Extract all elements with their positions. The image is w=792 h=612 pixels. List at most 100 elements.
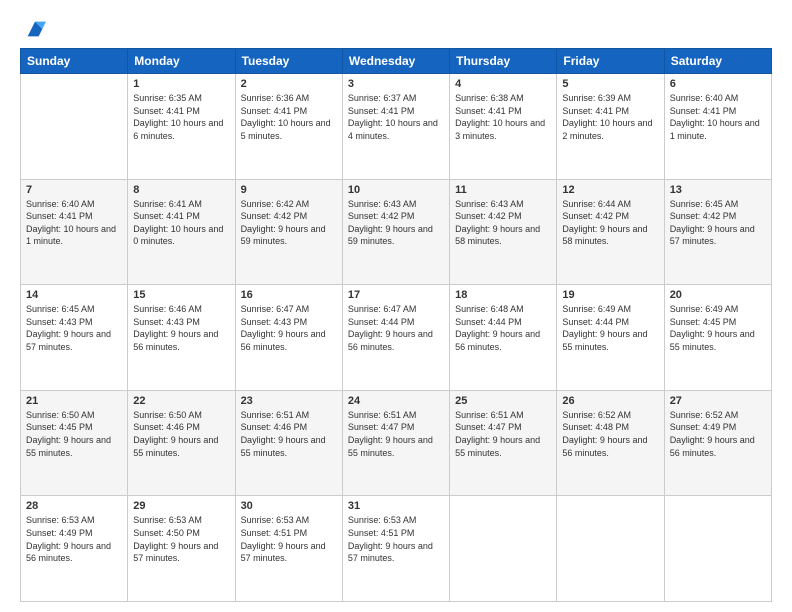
cell-info: Sunrise: 6:49 AMSunset: 4:44 PMDaylight:… <box>562 304 647 352</box>
calendar-cell: 27Sunrise: 6:52 AMSunset: 4:49 PMDayligh… <box>664 390 771 496</box>
day-number: 21 <box>26 395 122 407</box>
calendar-cell: 18 Sunrise: 6:48 AMSunset: 4:44 PMDayligh… <box>450 285 557 391</box>
calendar-cell: 10Sunrise: 6:43 AMSunset: 4:42 PMDayligh… <box>342 179 449 285</box>
day-header-monday: Monday <box>128 49 235 74</box>
calendar-cell <box>450 496 557 602</box>
cell-info: Sunrise: 6:47 AMSunset: 4:44 PMDaylight:… <box>348 304 433 352</box>
calendar-cell: 19 Sunrise: 6:49 AMSunset: 4:44 PMDayligh… <box>557 285 664 391</box>
calendar-cell: 8 Sunrise: 6:41 AMSunset: 4:41 PMDaylight… <box>128 179 235 285</box>
day-number: 1 <box>133 78 229 90</box>
calendar-cell: 25 Sunrise: 6:51 AMSunset: 4:47 PMDayligh… <box>450 390 557 496</box>
cell-info: Sunrise: 6:40 AMSunset: 4:41 PMDaylight:… <box>26 199 116 247</box>
calendar-cell: 13Sunrise: 6:45 AMSunset: 4:42 PMDayligh… <box>664 179 771 285</box>
calendar-cell: 5 Sunrise: 6:39 AMSunset: 4:41 PMDaylight… <box>557 74 664 180</box>
cell-info: Sunrise: 6:51 AMSunset: 4:47 PMDaylight:… <box>455 410 540 458</box>
cell-info: Sunrise: 6:35 AMSunset: 4:41 PMDaylight:… <box>133 93 223 141</box>
calendar-week-3: 14 Sunrise: 6:45 AMSunset: 4:43 PMDayligh… <box>21 285 772 391</box>
calendar-table: SundayMondayTuesdayWednesdayThursdayFrid… <box>20 48 772 602</box>
day-number: 16 <box>241 289 337 301</box>
cell-info: Sunrise: 6:44 AMSunset: 4:42 PMDaylight:… <box>562 199 647 247</box>
calendar-cell: 30 Sunrise: 6:53 AMSunset: 4:51 PMDayligh… <box>235 496 342 602</box>
day-number: 20 <box>670 289 766 301</box>
cell-info: Sunrise: 6:42 AMSunset: 4:42 PMDaylight:… <box>241 199 326 247</box>
day-number: 28 <box>26 500 122 512</box>
cell-info: Sunrise: 6:47 AMSunset: 4:43 PMDaylight:… <box>241 304 326 352</box>
day-number: 3 <box>348 78 444 90</box>
logo-icon <box>24 18 46 40</box>
day-number: 15 <box>133 289 229 301</box>
day-number: 18 <box>455 289 551 301</box>
calendar-cell: 11 Sunrise: 6:43 AMSunset: 4:42 PMDayligh… <box>450 179 557 285</box>
cell-info: Sunrise: 6:50 AMSunset: 4:46 PMDaylight:… <box>133 410 218 458</box>
calendar-cell: 28 Sunrise: 6:53 AMSunset: 4:49 PMDayligh… <box>21 496 128 602</box>
cell-info: Sunrise: 6:46 AMSunset: 4:43 PMDaylight:… <box>133 304 218 352</box>
day-number: 23 <box>241 395 337 407</box>
day-number: 29 <box>133 500 229 512</box>
calendar-cell: 6Sunrise: 6:40 AMSunset: 4:41 PMDaylight… <box>664 74 771 180</box>
cell-info: Sunrise: 6:53 AMSunset: 4:51 PMDaylight:… <box>348 515 433 563</box>
day-number: 11 <box>455 184 551 196</box>
cell-info: Sunrise: 6:38 AMSunset: 4:41 PMDaylight:… <box>455 93 545 141</box>
calendar-cell <box>21 74 128 180</box>
cell-info: Sunrise: 6:53 AMSunset: 4:50 PMDaylight:… <box>133 515 218 563</box>
cell-info: Sunrise: 6:39 AMSunset: 4:41 PMDaylight:… <box>562 93 652 141</box>
cell-info: Sunrise: 6:41 AMSunset: 4:41 PMDaylight:… <box>133 199 223 247</box>
calendar-week-4: 21 Sunrise: 6:50 AMSunset: 4:45 PMDayligh… <box>21 390 772 496</box>
calendar-week-1: 1 Sunrise: 6:35 AMSunset: 4:41 PMDaylight… <box>21 74 772 180</box>
cell-info: Sunrise: 6:52 AMSunset: 4:49 PMDaylight:… <box>670 410 755 458</box>
cell-info: Sunrise: 6:37 AMSunset: 4:41 PMDaylight:… <box>348 93 438 141</box>
calendar-cell: 22 Sunrise: 6:50 AMSunset: 4:46 PMDayligh… <box>128 390 235 496</box>
day-header-wednesday: Wednesday <box>342 49 449 74</box>
day-number: 14 <box>26 289 122 301</box>
cell-info: Sunrise: 6:48 AMSunset: 4:44 PMDaylight:… <box>455 304 540 352</box>
calendar-body: 1 Sunrise: 6:35 AMSunset: 4:41 PMDaylight… <box>21 74 772 602</box>
day-header-friday: Friday <box>557 49 664 74</box>
day-number: 22 <box>133 395 229 407</box>
calendar-cell: 4 Sunrise: 6:38 AMSunset: 4:41 PMDaylight… <box>450 74 557 180</box>
cell-info: Sunrise: 6:45 AMSunset: 4:43 PMDaylight:… <box>26 304 111 352</box>
day-number: 30 <box>241 500 337 512</box>
day-number: 26 <box>562 395 658 407</box>
cell-info: Sunrise: 6:49 AMSunset: 4:45 PMDaylight:… <box>670 304 755 352</box>
day-number: 19 <box>562 289 658 301</box>
calendar-header-row: SundayMondayTuesdayWednesdayThursdayFrid… <box>21 49 772 74</box>
calendar-cell: 29 Sunrise: 6:53 AMSunset: 4:50 PMDayligh… <box>128 496 235 602</box>
day-number: 5 <box>562 78 658 90</box>
calendar-cell: 1 Sunrise: 6:35 AMSunset: 4:41 PMDaylight… <box>128 74 235 180</box>
calendar-cell: 31 Sunrise: 6:53 AMSunset: 4:51 PMDayligh… <box>342 496 449 602</box>
logo <box>20 18 46 40</box>
calendar-cell: 2 Sunrise: 6:36 AMSunset: 4:41 PMDaylight… <box>235 74 342 180</box>
day-number: 6 <box>670 78 766 90</box>
day-number: 31 <box>348 500 444 512</box>
day-number: 25 <box>455 395 551 407</box>
day-number: 12 <box>562 184 658 196</box>
day-number: 8 <box>133 184 229 196</box>
calendar-cell: 24Sunrise: 6:51 AMSunset: 4:47 PMDayligh… <box>342 390 449 496</box>
page: SundayMondayTuesdayWednesdayThursdayFrid… <box>0 0 792 612</box>
calendar-cell <box>664 496 771 602</box>
cell-info: Sunrise: 6:53 AMSunset: 4:51 PMDaylight:… <box>241 515 326 563</box>
cell-info: Sunrise: 6:36 AMSunset: 4:41 PMDaylight:… <box>241 93 331 141</box>
day-number: 2 <box>241 78 337 90</box>
day-number: 13 <box>670 184 766 196</box>
calendar-cell: 7Sunrise: 6:40 AMSunset: 4:41 PMDaylight… <box>21 179 128 285</box>
cell-info: Sunrise: 6:53 AMSunset: 4:49 PMDaylight:… <box>26 515 111 563</box>
cell-info: Sunrise: 6:43 AMSunset: 4:42 PMDaylight:… <box>455 199 540 247</box>
calendar-cell: 15 Sunrise: 6:46 AMSunset: 4:43 PMDayligh… <box>128 285 235 391</box>
day-number: 4 <box>455 78 551 90</box>
calendar-cell: 14 Sunrise: 6:45 AMSunset: 4:43 PMDayligh… <box>21 285 128 391</box>
cell-info: Sunrise: 6:51 AMSunset: 4:46 PMDaylight:… <box>241 410 326 458</box>
cell-info: Sunrise: 6:50 AMSunset: 4:45 PMDaylight:… <box>26 410 111 458</box>
cell-info: Sunrise: 6:51 AMSunset: 4:47 PMDaylight:… <box>348 410 433 458</box>
calendar-cell: 12 Sunrise: 6:44 AMSunset: 4:42 PMDayligh… <box>557 179 664 285</box>
calendar-cell: 26 Sunrise: 6:52 AMSunset: 4:48 PMDayligh… <box>557 390 664 496</box>
day-header-sunday: Sunday <box>21 49 128 74</box>
cell-info: Sunrise: 6:52 AMSunset: 4:48 PMDaylight:… <box>562 410 647 458</box>
day-header-saturday: Saturday <box>664 49 771 74</box>
calendar-cell: 20 Sunrise: 6:49 AMSunset: 4:45 PMDayligh… <box>664 285 771 391</box>
day-header-tuesday: Tuesday <box>235 49 342 74</box>
calendar-cell: 17 Sunrise: 6:47 AMSunset: 4:44 PMDayligh… <box>342 285 449 391</box>
calendar-cell: 9Sunrise: 6:42 AMSunset: 4:42 PMDaylight… <box>235 179 342 285</box>
day-number: 10 <box>348 184 444 196</box>
day-number: 17 <box>348 289 444 301</box>
